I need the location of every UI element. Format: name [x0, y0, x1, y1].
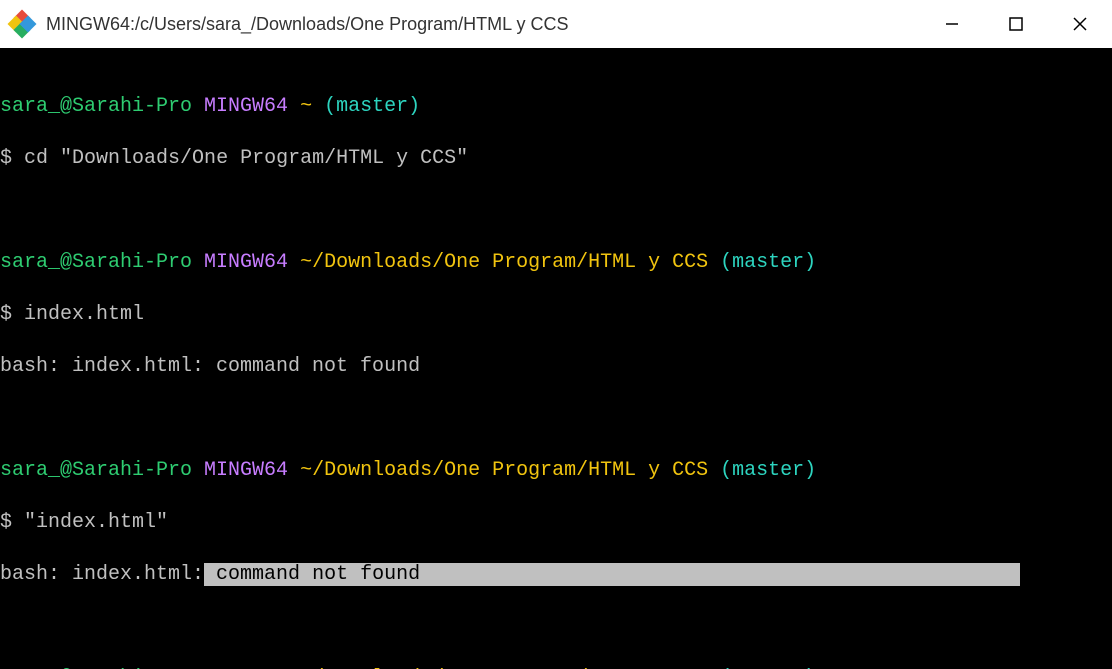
dollar: $	[0, 511, 12, 534]
prompt-line: sara_@Sarahi-Pro MINGW64 ~/Downloads/One…	[0, 458, 1112, 484]
command-line: $ index.html	[0, 302, 1112, 328]
error-text: bash: index.html:	[0, 563, 204, 586]
prompt-user: sara_@Sarahi-Pro	[0, 95, 192, 118]
blank-line	[0, 406, 1112, 432]
blank-line	[0, 198, 1112, 224]
prompt-branch: (master)	[720, 459, 816, 482]
command-text: cd "Downloads/One Program/HTML y CCS"	[24, 147, 468, 170]
prompt-path: ~	[300, 95, 312, 118]
terminal-area[interactable]: sara_@Sarahi-Pro MINGW64 ~ (master) $ cd…	[0, 48, 1112, 669]
command-text: index.html	[24, 303, 144, 326]
mingw-app-icon	[10, 12, 34, 36]
window-controls	[920, 0, 1112, 48]
prompt-mingw: MINGW64	[204, 95, 288, 118]
highlighted-text: command not found	[204, 563, 420, 586]
prompt-mingw: MINGW64	[204, 459, 288, 482]
dollar: $	[0, 147, 12, 170]
prompt-user: sara_@Sarahi-Pro	[0, 459, 192, 482]
command-line: $ cd "Downloads/One Program/HTML y CCS"	[0, 146, 1112, 172]
command-text: "index.html"	[24, 511, 168, 534]
prompt-line: sara_@Sarahi-Pro MINGW64 ~ (master)	[0, 94, 1112, 120]
blank-line	[0, 614, 1112, 640]
minimize-button[interactable]	[920, 0, 984, 48]
prompt-user: sara_@Sarahi-Pro	[0, 251, 192, 274]
close-button[interactable]	[1048, 0, 1112, 48]
highlight-fill	[420, 563, 1020, 586]
maximize-button[interactable]	[984, 0, 1048, 48]
prompt-branch: (master)	[324, 95, 420, 118]
prompt-branch: (master)	[720, 251, 816, 274]
prompt-path: ~/Downloads/One Program/HTML y CCS	[300, 251, 708, 274]
prompt-line: sara_@Sarahi-Pro MINGW64 ~/Downloads/One…	[0, 250, 1112, 276]
error-line: bash: index.html: command not found	[0, 354, 1112, 380]
prompt-path: ~/Downloads/One Program/HTML y CCS	[300, 459, 708, 482]
error-text: bash: index.html: command not found	[0, 355, 420, 378]
dollar: $	[0, 303, 12, 326]
error-line-highlighted: bash: index.html: command not found	[0, 562, 1112, 588]
title-bar: MINGW64:/c/Users/sara_/Downloads/One Pro…	[0, 0, 1112, 48]
window-title: MINGW64:/c/Users/sara_/Downloads/One Pro…	[46, 14, 568, 35]
command-line: $ "index.html"	[0, 510, 1112, 536]
prompt-mingw: MINGW64	[204, 251, 288, 274]
